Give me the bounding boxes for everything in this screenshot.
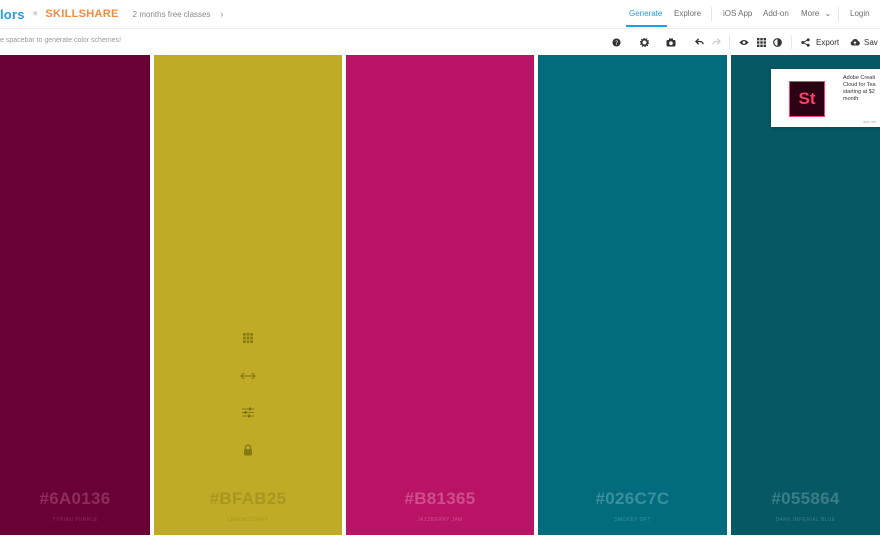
swatch-color-name: TYRIAN PURPLE <box>52 517 98 523</box>
svg-text:?: ? <box>614 39 617 46</box>
active-tab-indicator <box>626 25 667 27</box>
carbon-ad[interactable]: St Adobe Creati Cloud for Tea starting a… <box>771 69 880 127</box>
drag-grid-icon[interactable] <box>240 330 256 346</box>
cloud-save-icon[interactable] <box>848 35 862 49</box>
ad-via[interactable]: ads via <box>863 119 876 124</box>
nav-generate[interactable]: Generate <box>629 9 662 18</box>
main-nav: Generate Explore iOS App Add-on More ⌄ L… <box>0 0 880 28</box>
nav-ios-app[interactable]: iOS App <box>723 9 752 18</box>
swatch-hex[interactable]: #026C7C <box>538 489 727 509</box>
ad-text[interactable]: Adobe Creati Cloud for Tea starting at $… <box>843 75 880 103</box>
swatch-color-name: DARK IMPERIAL BLUE <box>775 517 836 523</box>
color-swatch[interactable]: #BFAB25 LEMON CURRY <box>154 55 342 535</box>
nav-more[interactable]: More ⌄ <box>801 9 831 18</box>
swatch-tools <box>154 330 342 460</box>
color-swatch[interactable]: #055864 DARK IMPERIAL BLUE <box>731 55 880 535</box>
color-swatch[interactable]: #6A0136 TYRIAN PURPLE <box>0 55 150 535</box>
nav-explore[interactable]: Explore <box>674 9 701 18</box>
lock-icon[interactable] <box>240 442 256 458</box>
swatch-color-name: JAZZBERRY JAM <box>417 517 463 523</box>
nav-more-label: More <box>801 9 820 18</box>
share-icon[interactable] <box>798 35 812 49</box>
help-icon[interactable]: ? <box>609 35 623 49</box>
adobe-stock-logo-icon[interactable]: St <box>789 81 825 117</box>
toolbar-divider <box>729 35 730 49</box>
swatch-hex[interactable]: #B81365 <box>346 489 534 509</box>
toolbar: e spacebar to generate color schemes! ? … <box>0 28 880 55</box>
nav-divider <box>711 7 712 21</box>
redo-icon[interactable] <box>709 35 723 49</box>
swatch-color-name: LEMON CURRY <box>227 517 269 523</box>
spacebar-hint: e spacebar to generate color schemes! <box>0 37 122 44</box>
export-button[interactable]: Export <box>816 38 839 47</box>
nav-divider <box>838 7 839 21</box>
swatch-hex[interactable]: #055864 <box>731 489 880 509</box>
top-navbar: lors ✶ SKILLSHARE 2 months free classes … <box>0 0 880 28</box>
camera-icon[interactable] <box>664 35 678 49</box>
grid-icon[interactable] <box>754 35 768 49</box>
save-button[interactable]: Sav <box>864 38 878 47</box>
eye-icon[interactable] <box>737 35 751 49</box>
nav-login[interactable]: Login <box>850 9 870 18</box>
toolbar-divider <box>791 35 792 49</box>
undo-icon[interactable] <box>692 35 706 49</box>
color-palette: #6A0136 TYRIAN PURPLE #BFAB25 LEMON CURR… <box>0 55 880 535</box>
swatch-hex[interactable]: #BFAB25 <box>154 489 342 509</box>
swatch-color-name: SMOKEY OFT <box>614 517 651 523</box>
nav-addon[interactable]: Add-on <box>763 9 789 18</box>
gear-icon[interactable] <box>637 35 651 49</box>
chevron-down-icon: ⌄ <box>824 9 832 18</box>
swatch-hex[interactable]: #6A0136 <box>0 489 150 509</box>
sliders-icon[interactable] <box>240 404 256 420</box>
color-swatch[interactable]: #B81365 JAZZBERRY JAM <box>346 55 534 535</box>
swap-arrows-icon[interactable] <box>240 368 256 384</box>
contrast-icon[interactable] <box>770 35 784 49</box>
color-swatch[interactable]: #026C7C SMOKEY OFT <box>538 55 727 535</box>
